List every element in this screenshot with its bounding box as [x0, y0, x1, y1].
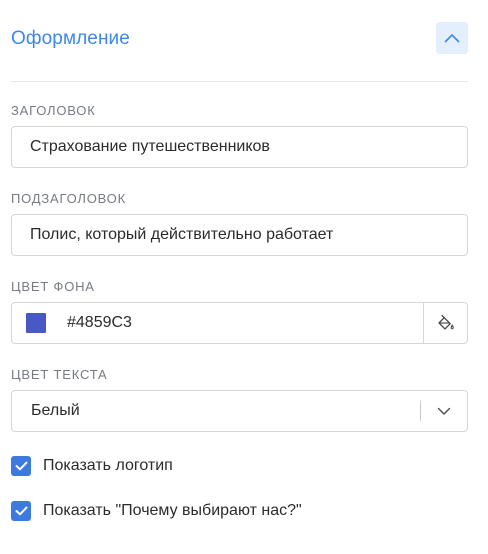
- color-value[interactable]: #4859C3: [67, 314, 423, 332]
- show-why-us-checkbox[interactable]: [11, 501, 31, 521]
- subtitle-field-box: [11, 214, 468, 256]
- title-label: ЗАГОЛОВОК: [11, 103, 96, 118]
- title-input[interactable]: [12, 127, 467, 167]
- show-why-us-label: Показать "Почему выбирают нас?": [43, 502, 302, 519]
- bg-color-label: ЦВЕТ ФОНА: [11, 279, 95, 294]
- chevron-down-icon: [437, 407, 451, 415]
- section-header: Оформление: [11, 22, 468, 56]
- subtitle-label: ПОДЗАГОЛОВОК: [11, 191, 126, 206]
- show-why-us-option[interactable]: Показать "Почему выбирают нас?": [11, 500, 302, 522]
- select-toggle[interactable]: [421, 391, 467, 431]
- show-logo-label: Показать логотип: [43, 457, 173, 474]
- paint-bucket-icon: [437, 314, 454, 330]
- chevron-up-icon: [444, 34, 460, 43]
- text-color-value: Белый: [31, 402, 80, 419]
- show-logo-option[interactable]: Показать логотип: [11, 455, 173, 477]
- checkmark-icon: [15, 506, 27, 516]
- subtitle-input[interactable]: [12, 215, 467, 255]
- color-picker-button[interactable]: [423, 303, 467, 343]
- collapse-button[interactable]: [436, 22, 468, 54]
- checkmark-icon: [15, 461, 27, 471]
- divider: [11, 81, 468, 82]
- text-color-select[interactable]: Белый: [11, 390, 468, 432]
- text-color-label: ЦВЕТ ТЕКСТА: [11, 367, 108, 382]
- show-logo-checkbox[interactable]: [11, 456, 31, 476]
- color-swatch[interactable]: [26, 313, 46, 333]
- title-field-box: [11, 126, 468, 168]
- bg-color-field[interactable]: #4859C3: [11, 302, 468, 344]
- section-title: Оформление: [11, 28, 130, 49]
